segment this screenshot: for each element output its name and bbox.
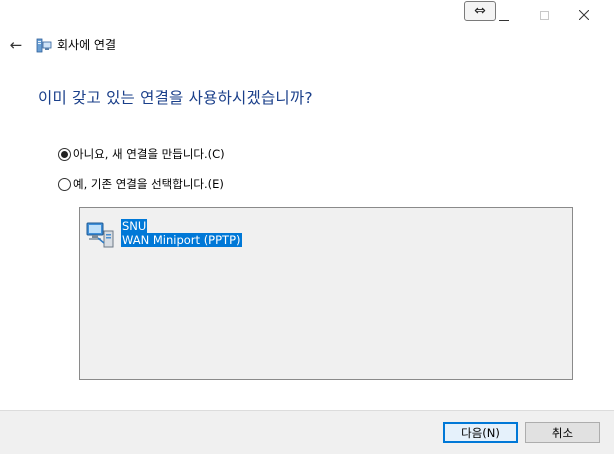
option-new-connection[interactable]: 아니요, 새 연결을 만듭니다.(C) — [58, 146, 225, 162]
connection-device: WAN Miniport (PPTP) — [121, 233, 242, 247]
close-icon — [579, 10, 589, 20]
list-item[interactable]: SNU WAN Miniport (PPTP) — [86, 219, 242, 249]
option-label: 예, 기존 연결을 선택합니다.(E) — [73, 177, 224, 191]
back-arrow-icon[interactable]: ← — [6, 35, 26, 55]
maximize-icon — [539, 10, 549, 20]
network-wizard-icon — [36, 38, 52, 53]
radio-button-selected[interactable] — [58, 147, 71, 161]
minimize-icon — [499, 19, 509, 21]
title-bar: ⇔ — [0, 0, 614, 32]
connection-name: SNU — [121, 219, 148, 233]
connection-list[interactable]: SNU WAN Miniport (PPTP) — [79, 207, 573, 380]
cancel-button[interactable]: 취소 — [525, 422, 600, 443]
radio-button[interactable] — [58, 177, 71, 191]
wizard-title: 회사에 연결 — [57, 38, 117, 52]
network-connection-icon — [86, 222, 114, 248]
minimize-button[interactable] — [490, 4, 518, 26]
page-heading: 이미 갖고 있는 연결을 사용하시겠습니까? — [38, 89, 313, 107]
option-existing-connection[interactable]: 예, 기존 연결을 선택합니다.(E) — [58, 176, 224, 192]
close-button[interactable] — [570, 4, 598, 26]
option-label: 아니요, 새 연결을 만듭니다.(C) — [73, 147, 225, 161]
maximize-button — [530, 4, 558, 26]
footer-bar: 다음(N) 취소 — [0, 410, 614, 454]
next-button[interactable]: 다음(N) — [443, 422, 518, 443]
